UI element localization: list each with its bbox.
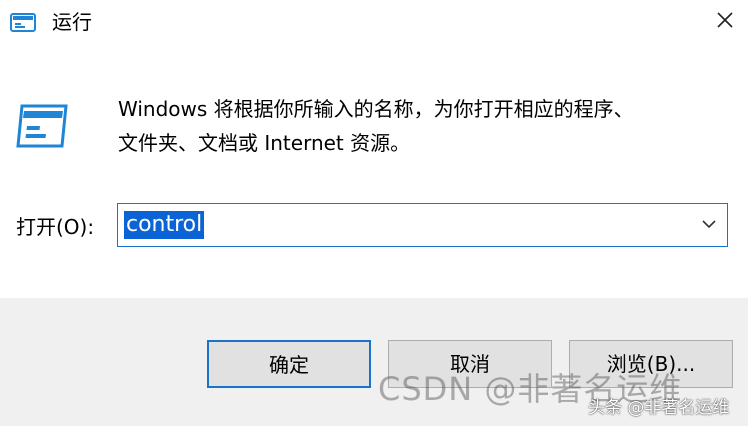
ok-button[interactable]: 确定 <box>207 340 371 388</box>
title-bar[interactable]: 运行 <box>0 0 748 44</box>
run-dialog: 运行 Windows 将根据你所输入的名称，为你打开相应的程序、 文件夹、文档或… <box>0 0 748 426</box>
description-text: Windows 将根据你所输入的名称，为你打开相应的程序、 文件夹、文档或 In… <box>118 92 728 160</box>
chevron-down-icon[interactable] <box>699 214 719 234</box>
window-title: 运行 <box>52 10 92 34</box>
open-label: 打开(O): <box>16 215 95 239</box>
close-icon <box>716 11 734 33</box>
open-combobox[interactable]: control <box>117 203 728 247</box>
watermark-caption: 头条 @非著名运维 <box>588 398 730 418</box>
run-large-icon <box>14 100 74 152</box>
close-button[interactable] <box>702 0 748 44</box>
run-dialog-icon <box>10 10 38 34</box>
open-input[interactable]: control <box>124 211 205 239</box>
description-line-1: Windows 将根据你所输入的名称，为你打开相应的程序、 <box>118 97 634 121</box>
description-line-2: 文件夹、文档或 Internet 资源。 <box>118 131 411 155</box>
